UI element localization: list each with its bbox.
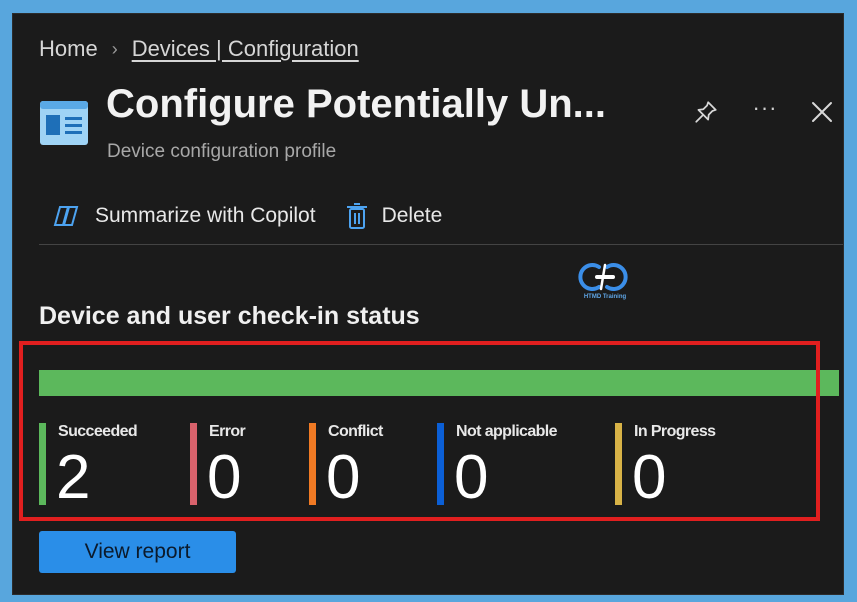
toolbar-divider xyxy=(39,244,843,245)
delete-button[interactable]: Delete xyxy=(346,202,443,230)
summarize-copilot-label: Summarize with Copilot xyxy=(95,204,316,227)
logo-text: HTMD Training xyxy=(583,294,627,300)
profile-panel: Home › Devices | Configuration Configure… xyxy=(12,13,844,595)
breadcrumb-home[interactable]: Home xyxy=(39,36,98,62)
command-bar: Summarize with Copilot Delete xyxy=(51,202,472,230)
breadcrumb: Home › Devices | Configuration xyxy=(39,36,359,62)
copilot-icon xyxy=(53,206,79,226)
htmd-training-logo: HTMD Training xyxy=(577,259,633,305)
device-profile-icon xyxy=(40,101,88,145)
pin-icon[interactable] xyxy=(692,98,720,126)
more-glyph: ··· xyxy=(752,95,778,120)
view-report-button[interactable]: View report xyxy=(39,531,236,573)
close-icon[interactable] xyxy=(808,98,836,126)
more-icon[interactable]: ··· xyxy=(751,95,779,126)
delete-label: Delete xyxy=(381,204,443,227)
summarize-copilot-button[interactable]: Summarize with Copilot xyxy=(51,203,316,229)
trash-icon xyxy=(346,203,367,229)
checkin-status-title: Device and user check-in status xyxy=(39,302,420,330)
breadcrumb-separator: › xyxy=(111,38,118,59)
status-highlight-frame xyxy=(19,341,820,521)
breadcrumb-devices-configuration[interactable]: Devices | Configuration xyxy=(132,36,359,62)
page-subtitle: Device configuration profile xyxy=(107,141,337,162)
page-title: Configure Potentially Un... xyxy=(106,82,607,126)
